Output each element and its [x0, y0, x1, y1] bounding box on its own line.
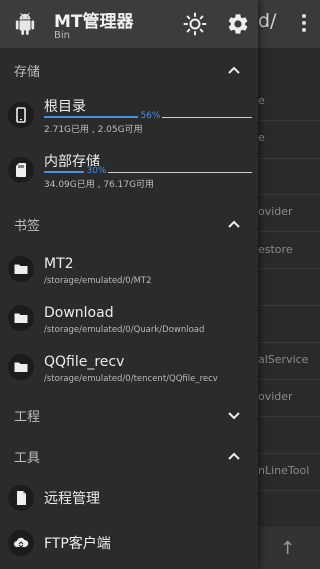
- tool-name: 远程管理: [44, 491, 100, 507]
- tool-name: FTP客户端: [44, 536, 111, 552]
- bookmark-path: /storage/emulated/0/MT2: [44, 276, 152, 286]
- ftp-cloud-icon: [8, 530, 34, 556]
- background-list-item: nLineTool: [258, 464, 310, 477]
- storage-item-root[interactable]: 根目录 56% 2.71G已用 , 2.05G可用: [0, 92, 258, 147]
- storage-usage-bar: 56%: [44, 111, 252, 121]
- section-label: 存储: [14, 65, 41, 80]
- bookmark-name: MT2: [44, 256, 74, 272]
- bookmark-name: Download: [44, 305, 114, 321]
- brightness-icon[interactable]: [183, 12, 207, 36]
- divider: [258, 268, 320, 269]
- divider: [258, 490, 320, 491]
- app-title: MT管理器: [54, 12, 134, 32]
- chevron-up-icon[interactable]: [226, 448, 242, 464]
- storage-usage-bar: 30%: [44, 166, 252, 176]
- sd-card-icon: [8, 157, 34, 183]
- divider: [258, 453, 320, 454]
- tool-item-ftp[interactable]: FTP客户端: [0, 520, 258, 565]
- section-label: 书签: [14, 219, 41, 234]
- navigation-drawer: MT管理器 Bin 存储 根目录 56% 2.71G已用 , 2.05G可用 内…: [0, 0, 258, 569]
- gear-icon[interactable]: [226, 12, 250, 36]
- storage-item-internal[interactable]: 内部存储 30% 34.09G已用 , 76.17G可用: [0, 147, 258, 202]
- background-list-item: ovider: [258, 390, 293, 403]
- background-path: d/: [258, 10, 277, 32]
- section-project[interactable]: 工程: [0, 393, 258, 434]
- bookmark-item[interactable]: MT2 /storage/emulated/0/MT2: [0, 246, 258, 295]
- storage-size: 2.71G已用 , 2.05G可用: [44, 125, 143, 135]
- bookmark-name: QQfile_recv: [44, 354, 125, 370]
- chevron-up-icon[interactable]: [226, 216, 242, 232]
- app-subtitle: Bin: [54, 30, 70, 41]
- background-list-item: e: [258, 131, 265, 144]
- storage-percent: 56%: [138, 111, 163, 121]
- background-list-item: estore: [258, 243, 293, 256]
- divider: [258, 120, 320, 121]
- background-list-item: ovider: [258, 205, 293, 218]
- folder-icon: [8, 305, 34, 331]
- arrow-up-icon[interactable]: ↑: [280, 538, 295, 559]
- section-label: 工具: [14, 451, 41, 466]
- storage-name: 根目录: [44, 99, 86, 115]
- section-tools[interactable]: 工具: [0, 434, 258, 475]
- phone-icon: [8, 102, 34, 128]
- divider: [258, 342, 320, 343]
- chevron-down-icon[interactable]: [226, 407, 242, 423]
- tool-item-remote[interactable]: 远程管理: [0, 475, 258, 520]
- storage-size: 34.09G已用 , 76.17G可用: [44, 180, 155, 190]
- chevron-up-icon[interactable]: [226, 62, 242, 78]
- divider: [258, 379, 320, 380]
- section-bookmarks[interactable]: 书签: [0, 202, 258, 246]
- bookmark-path: /storage/emulated/0/Quark/Download: [44, 325, 205, 335]
- section-label: 工程: [14, 410, 41, 425]
- bookmark-item[interactable]: QQfile_recv /storage/emulated/0/tencent/…: [0, 344, 258, 393]
- background-list-item: alService: [258, 353, 309, 366]
- folder-icon: [8, 256, 34, 282]
- drawer-header: MT管理器 Bin: [0, 0, 258, 48]
- divider: [258, 305, 320, 306]
- divider: [258, 194, 320, 195]
- more-options-icon[interactable]: [302, 14, 306, 34]
- android-icon: [15, 13, 35, 35]
- divider: [258, 158, 320, 159]
- bookmark-path: /storage/emulated/0/tencent/QQfile_recv: [44, 374, 218, 384]
- background-list-item: e: [258, 94, 265, 107]
- remote-file-icon: [8, 485, 34, 511]
- folder-icon: [8, 354, 34, 380]
- divider: [258, 416, 320, 417]
- divider: [258, 231, 320, 232]
- storage-percent: 30%: [84, 166, 109, 176]
- bookmark-item[interactable]: Download /storage/emulated/0/Quark/Downl…: [0, 295, 258, 344]
- section-storage[interactable]: 存储: [0, 48, 258, 92]
